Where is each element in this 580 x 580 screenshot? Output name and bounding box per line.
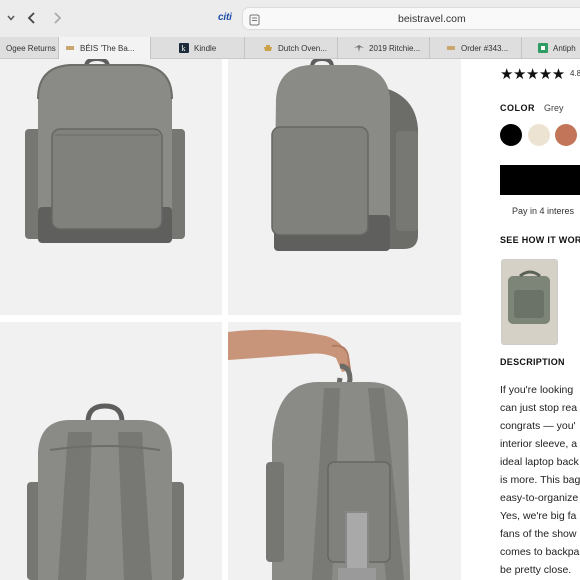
product-photo-front[interactable] [0,59,222,315]
url-text: beistravel.com [398,13,466,25]
svg-text:k: k [182,44,186,53]
description-line: Yes, we're big fa [500,510,577,522]
tab-order[interactable]: Order #343... [429,37,521,59]
tab-kindle[interactable]: k Kindle [150,37,244,59]
description-line: easy-to-organize [500,492,579,504]
description-line: If you're looking [500,384,574,396]
description-line: ideal laptop back [500,456,579,468]
description-line: interior sleeve, a [500,438,578,450]
tab-ogee-returns[interactable]: Ogee Returns [0,37,58,59]
browser-toolbar: citi beistravel.com [0,0,580,37]
beis-favicon-icon [446,43,456,53]
tab-label: BÉIS 'The Ba... [80,43,135,53]
tab-label: Ogee Returns [6,43,56,53]
see-how-it-works-label: SEE HOW IT WOR [500,235,580,245]
page-icon [249,13,260,26]
description-line: can just stop rea [500,402,578,414]
color-label-text: COLOR [500,103,535,113]
description-line: is more. This bag [500,474,580,486]
tab-label: Kindle [194,43,217,53]
pay-in-4-text: Pay in 4 interes [512,206,575,216]
beis-favicon-icon [65,43,75,53]
pot-favicon-icon [263,43,273,53]
forward-arrow-icon[interactable] [48,9,66,27]
color-label: COLOR Grey [500,103,580,113]
tab-beis-backpack[interactable]: BÉIS 'The Ba... [58,37,150,59]
video-thumbnail[interactable] [501,259,558,345]
description-text: If you're looking can just stop rea cong… [500,381,580,579]
bird-favicon-icon [354,43,364,53]
swatch-black[interactable] [500,124,522,146]
description-label: DESCRIPTION [500,357,565,367]
tab-ritchie[interactable]: 2019 Ritchie... [337,37,429,59]
description-line: comes to backpa [500,546,580,558]
tab-bar: Ogee Returns BÉIS 'The Ba... k Kindle Du… [0,37,580,59]
product-photo-angled[interactable] [228,59,461,315]
citi-bookmark-icon[interactable]: citi [218,12,232,23]
back-arrow-icon[interactable] [23,9,41,27]
product-photo-back[interactable] [0,322,222,580]
kindle-favicon-icon: k [179,43,189,53]
tab-dutch-oven[interactable]: Dutch Oven... [244,37,337,59]
rating-value: 4.8 [570,69,580,78]
description-line: fans of the show [500,528,577,540]
tab-label: 2019 Ritchie... [369,43,421,53]
swatch-beige[interactable] [528,124,550,146]
chevron-down-icon[interactable] [2,9,20,27]
address-bar[interactable]: beistravel.com [242,7,580,30]
page-content: ★★★★★ 4.8 COLOR Grey Pay in 4 interes SE… [0,59,580,580]
rating-stars: ★★★★★ [500,66,565,83]
color-value: Grey [544,103,564,113]
tab-antiph[interactable]: Antiph [521,37,580,59]
description-line: congrats — you' [500,420,576,432]
product-photo-held[interactable] [228,322,461,580]
tab-label: Dutch Oven... [278,43,327,53]
description-line: be pretty close. [500,564,572,576]
tab-label: Antiph [553,43,576,53]
add-to-cart-button[interactable] [500,165,580,195]
tab-label: Order #343... [461,43,509,53]
swatch-terracotta[interactable] [555,124,577,146]
green-favicon-icon [538,43,548,53]
